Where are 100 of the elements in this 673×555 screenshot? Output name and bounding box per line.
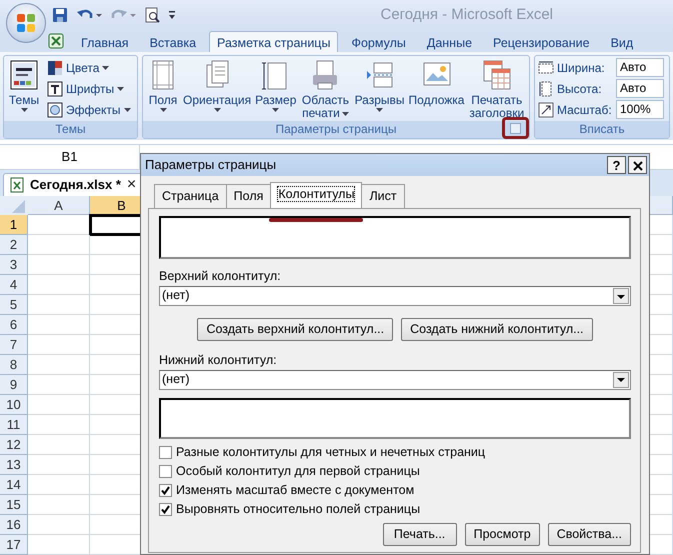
dropdown-arrow-icon [160, 107, 166, 113]
select-all-icon[interactable] [0, 196, 28, 216]
ribbon-button[interactable]: Ориентация [182, 57, 252, 120]
workbook-name: Сегодня.xlsx * [30, 176, 121, 194]
input-field[interactable]: Авто [616, 79, 664, 98]
dialog-button[interactable]: Свойства... [548, 523, 631, 546]
row-header[interactable]: 3 [0, 255, 28, 275]
row-header[interactable]: 7 [0, 335, 28, 355]
effects-icon [47, 102, 63, 118]
close-button[interactable]: × [126, 173, 136, 197]
dialog-launcher-icon[interactable] [510, 123, 521, 134]
table-pages-icon [480, 59, 513, 91]
checkbox[interactable] [159, 503, 172, 516]
dropdown-arrow-icon [617, 294, 625, 300]
field-label: Нижний колонтитул: [159, 352, 278, 369]
height-icon [538, 80, 554, 96]
row-header[interactable]: 6 [0, 315, 28, 335]
ribbon-button[interactable]: Эффекты [47, 99, 131, 120]
input-field[interactable]: 100% [616, 100, 664, 119]
row-header[interactable]: 13 [0, 455, 28, 475]
ribbon-tab[interactable]: Формулы [343, 31, 414, 52]
group-label: Вписать [579, 122, 625, 136]
ribbon-button[interactable]: Печатать заголовки [467, 57, 526, 120]
row-header[interactable]: 5 [0, 295, 28, 315]
dropdown-arrow-icon [272, 107, 280, 113]
save-icon[interactable] [52, 7, 68, 23]
ribbon-button[interactable]: Разрывы [354, 57, 406, 120]
office-logo-icon [14, 11, 38, 35]
ribbon-tab[interactable]: Вставка [142, 31, 204, 52]
dropdown-field[interactable]: (нет) [159, 286, 631, 306]
row-header[interactable]: 15 [0, 495, 28, 515]
row-header[interactable]: 14 [0, 475, 28, 495]
grid-cell[interactable] [28, 475, 90, 495]
ribbon-button[interactable]: Темы [7, 57, 41, 120]
dialog-button[interactable]: Печать... [382, 523, 457, 546]
fonts-icon [47, 80, 63, 96]
column-header[interactable]: A [28, 196, 90, 215]
ribbon-tab[interactable]: Разметка страницы [209, 31, 338, 52]
dialog-tab[interactable]: Лист [361, 184, 405, 208]
checkbox[interactable] [159, 465, 172, 478]
row-header[interactable]: 17 [0, 535, 28, 555]
checkbox[interactable] [159, 484, 172, 497]
close-icon [632, 161, 642, 172]
dropdown-arrow-icon [376, 107, 384, 113]
grid-cell[interactable] [28, 255, 90, 275]
excel-icon [48, 33, 64, 49]
row-header[interactable]: 4 [0, 275, 28, 295]
close-button[interactable] [628, 156, 647, 174]
grid-cell[interactable] [28, 455, 90, 475]
row-header[interactable]: 8 [0, 355, 28, 375]
window-title: Сегодня - Microsoft Excel [380, 4, 553, 25]
grid-cell[interactable] [28, 495, 90, 515]
ribbon-button[interactable]: Поля [146, 57, 180, 120]
ribbon-button[interactable]: Подложка [408, 57, 466, 120]
grid-cell[interactable] [28, 415, 90, 435]
ribbon-button[interactable]: Шрифты [47, 78, 131, 99]
help-button[interactable]: ? [607, 156, 626, 174]
grid-cell[interactable] [28, 235, 90, 255]
checkbox[interactable] [159, 446, 172, 459]
grid-cell[interactable] [28, 535, 90, 555]
ribbon-button[interactable]: Область печати [299, 57, 352, 120]
row-header[interactable]: 12 [0, 435, 28, 455]
excel-file-icon [10, 177, 24, 193]
print-preview-icon[interactable] [144, 7, 160, 23]
dropdown-arrow-icon [117, 86, 124, 92]
ribbon-tab[interactable]: Главная [73, 31, 137, 52]
ribbon-button[interactable]: Цвета [47, 57, 131, 78]
field-label: Ширина: [557, 60, 606, 76]
ribbon-tab[interactable]: Рецензирование [485, 31, 598, 52]
width-icon [538, 60, 554, 76]
dropdown-field[interactable]: (нет) [159, 370, 631, 390]
grid-cell[interactable] [28, 515, 90, 535]
dialog-button[interactable]: Создать нижний колонтитул... [401, 318, 593, 341]
dialog-button[interactable]: Создать верхний колонтитул... [197, 318, 394, 341]
ribbon-tab[interactable]: Вид [602, 31, 642, 52]
row-header[interactable]: 9 [0, 375, 28, 395]
grid-cell[interactable] [28, 395, 90, 415]
dropdown-arrow-icon [342, 110, 349, 117]
row-header[interactable]: 11 [0, 415, 28, 435]
ribbon-button[interactable]: Размер [254, 57, 298, 120]
dropdown-arrow-icon [617, 377, 625, 384]
grid-cell[interactable] [28, 375, 90, 395]
grid-cell[interactable] [28, 275, 90, 295]
row-header[interactable]: 2 [0, 235, 28, 255]
grid-cell[interactable] [28, 315, 90, 335]
dialog-button[interactable]: Просмотр [464, 523, 540, 546]
ribbon-tab[interactable]: Данные [418, 31, 480, 52]
grid-cell[interactable] [28, 295, 90, 315]
dropdown-arrow-icon [124, 106, 131, 112]
grid-cell[interactable] [28, 435, 90, 455]
checkbox-label: Изменять масштаб вместе с документом [176, 482, 414, 500]
customize-arrow-icon[interactable] [168, 10, 176, 20]
row-header[interactable]: 16 [0, 515, 28, 535]
row-header[interactable]: 10 [0, 395, 28, 415]
grid-cell[interactable] [28, 355, 90, 375]
row-header[interactable]: 1 [0, 215, 28, 235]
dropdown-arrow-icon [20, 107, 28, 113]
input-field[interactable]: Авто [616, 58, 664, 77]
dialog-tab[interactable]: Страница [154, 184, 227, 208]
grid-cell[interactable] [28, 335, 90, 355]
